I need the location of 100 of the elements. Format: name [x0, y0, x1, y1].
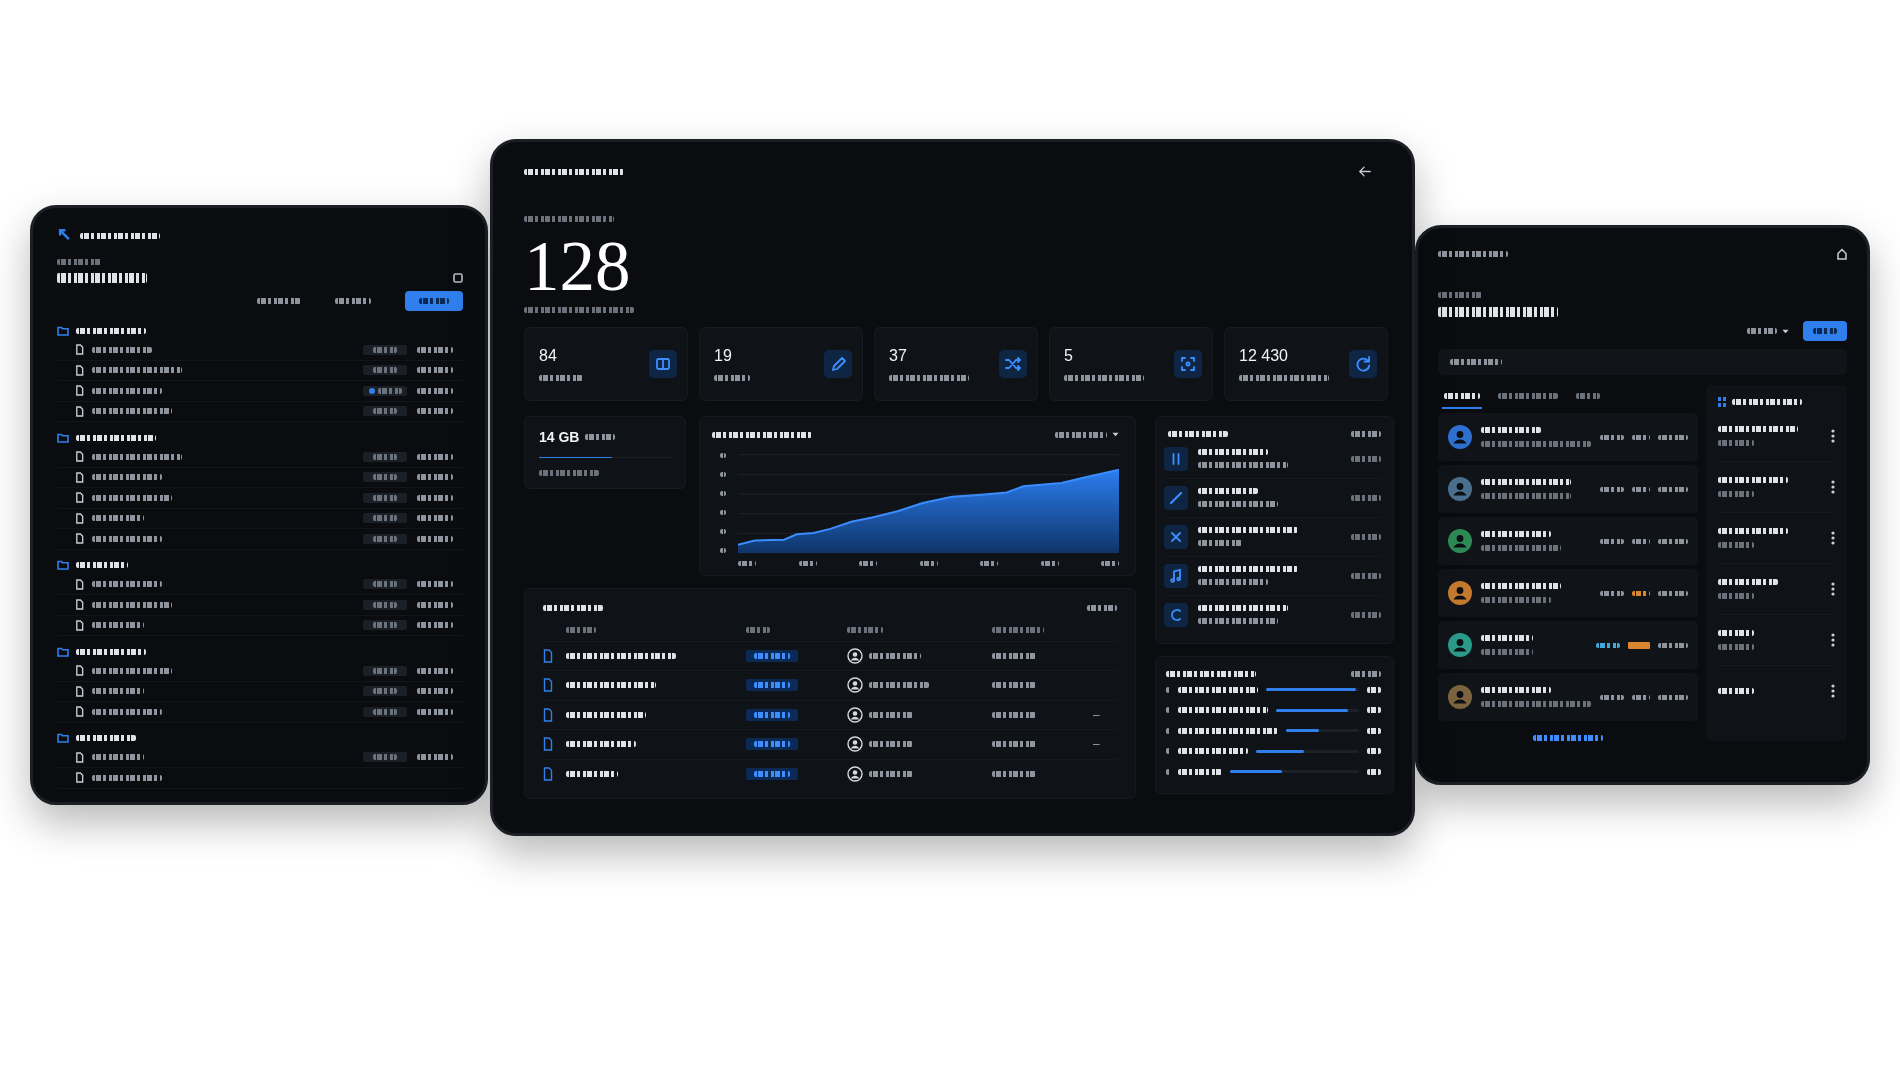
more-icon[interactable] — [1831, 429, 1835, 443]
illegible-text[interactable] — [566, 771, 618, 778]
illegible-text — [417, 346, 453, 353]
file-icon — [543, 648, 553, 663]
illegible-text[interactable] — [92, 535, 162, 542]
more-icon[interactable] — [1831, 633, 1835, 647]
illegible-text[interactable] — [566, 741, 636, 748]
arc-icon — [1164, 602, 1188, 627]
illegible-text — [1198, 449, 1268, 455]
grid-icon — [1718, 397, 1726, 407]
illegible-text — [992, 741, 1036, 748]
illegible-text[interactable] — [76, 735, 136, 741]
illegible-text — [1166, 748, 1170, 755]
list-row[interactable] — [1438, 465, 1698, 513]
more-icon[interactable] — [1831, 480, 1835, 494]
table-cell: – — [1093, 737, 1100, 752]
illegible-text — [847, 627, 883, 633]
illegible-text[interactable] — [257, 298, 301, 304]
illegible-text[interactable] — [1087, 604, 1117, 611]
more-icon[interactable] — [1831, 531, 1835, 545]
illegible-text[interactable] — [92, 754, 144, 761]
illegible-text[interactable] — [92, 667, 172, 674]
stat-value: 12 430 — [1239, 346, 1288, 365]
illegible-text — [373, 408, 397, 415]
illegible-text — [1168, 430, 1228, 437]
illegible-text — [1498, 393, 1558, 399]
illegible-text[interactable] — [76, 648, 146, 655]
illegible-text[interactable] — [92, 387, 162, 394]
file-icon — [543, 707, 553, 722]
illegible-text — [1367, 727, 1381, 734]
illegible-text — [1718, 528, 1788, 534]
illegible-text — [798, 560, 817, 566]
illegible-text — [57, 259, 101, 265]
more-icon[interactable] — [1831, 684, 1835, 698]
illegible-text[interactable] — [92, 601, 172, 608]
illegible-text — [1166, 768, 1170, 775]
illegible-text[interactable] — [92, 367, 182, 374]
file-icon — [75, 619, 84, 631]
pause-icon — [1164, 446, 1188, 471]
illegible-text[interactable] — [92, 581, 162, 588]
illegible-text — [1166, 727, 1170, 734]
illegible-text[interactable] — [566, 711, 646, 718]
stat-value: 19 — [714, 346, 732, 365]
illegible-text[interactable] — [92, 774, 162, 781]
illegible-text[interactable] — [92, 346, 152, 353]
illegible-text[interactable] — [1533, 735, 1603, 741]
illegible-text[interactable] — [92, 408, 172, 415]
list-row[interactable] — [1438, 673, 1698, 721]
illegible-text — [992, 682, 1036, 689]
pen-icon — [824, 349, 852, 378]
cross-icon — [1164, 524, 1188, 549]
list-row[interactable] — [1438, 569, 1698, 617]
illegible-text[interactable] — [92, 622, 144, 629]
file-icon — [543, 737, 553, 752]
illegible-text[interactable] — [92, 474, 162, 481]
illegible-text — [992, 771, 1036, 778]
illegible-text — [1718, 477, 1788, 483]
illegible-text — [869, 652, 921, 659]
file-icon — [75, 344, 84, 356]
folder-icon — [57, 432, 69, 443]
illegible-text — [417, 408, 453, 415]
illegible-text — [1166, 686, 1170, 693]
illegible-text — [417, 474, 453, 481]
illegible-text[interactable] — [92, 688, 144, 695]
illegible-text[interactable] — [335, 298, 371, 304]
primary-button[interactable] — [1803, 321, 1847, 341]
illegible-text — [373, 474, 397, 481]
illegible-text — [1718, 542, 1754, 548]
illegible-text[interactable] — [92, 453, 182, 460]
illegible-text — [417, 453, 453, 460]
illegible-text[interactable] — [566, 682, 656, 689]
arrow-left-icon[interactable] — [1358, 166, 1372, 177]
illegible-text — [859, 560, 877, 566]
illegible-text[interactable] — [1351, 670, 1381, 677]
illegible-text[interactable] — [92, 708, 162, 715]
range-dropdown[interactable] — [1055, 431, 1119, 438]
illegible-text[interactable] — [92, 494, 172, 501]
filter-field[interactable] — [1438, 349, 1847, 375]
square-icon[interactable] — [453, 273, 463, 283]
more-icon[interactable] — [1831, 582, 1835, 596]
illegible-text[interactable] — [76, 434, 156, 441]
illegible-text — [373, 515, 397, 522]
house-icon[interactable] — [1837, 248, 1847, 260]
illegible-text[interactable] — [76, 562, 128, 568]
illegible-text[interactable] — [92, 515, 144, 522]
illegible-text — [373, 601, 397, 608]
illegible-text[interactable] — [1351, 430, 1381, 437]
list-row[interactable] — [1438, 413, 1698, 461]
list-row[interactable] — [1438, 621, 1698, 669]
illegible-text — [1367, 707, 1381, 714]
illegible-text — [417, 515, 453, 522]
primary-button[interactable] — [405, 291, 463, 311]
illegible-text[interactable] — [76, 327, 146, 334]
illegible-text — [417, 622, 453, 629]
illegible-text — [720, 509, 726, 515]
list-row[interactable] — [1438, 517, 1698, 565]
illegible-text[interactable] — [566, 652, 676, 659]
illegible-text — [869, 711, 913, 718]
sort-dropdown[interactable] — [1747, 328, 1789, 334]
stat-value: 5 — [1064, 346, 1073, 365]
